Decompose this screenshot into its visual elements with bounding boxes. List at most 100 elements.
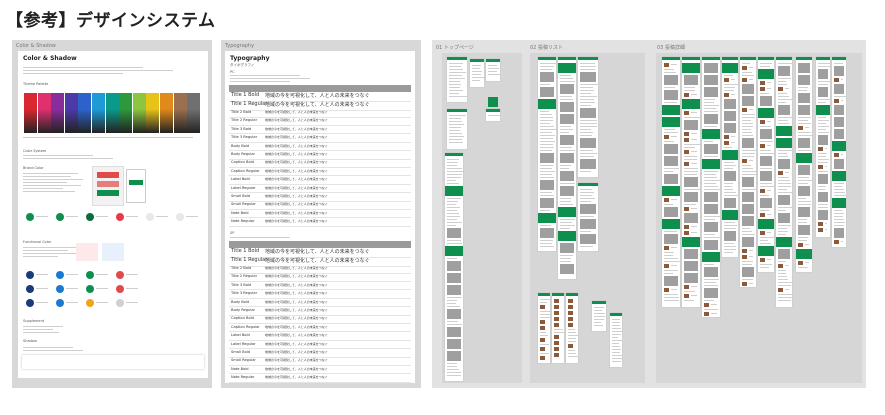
screen-text-line [760, 150, 772, 151]
screen-thumbnail [724, 141, 729, 145]
page-screen [558, 57, 576, 279]
screen-image-placeholder [684, 273, 698, 283]
screen-text-line [664, 87, 675, 88]
screen-text-line [447, 240, 462, 241]
page-screen [566, 293, 578, 363]
screen-text-line [798, 90, 807, 91]
typography-sample-text: 地域の今を可視化して、人と人の未来をつなぐ [265, 118, 328, 123]
screen-image-placeholder [580, 234, 596, 244]
screen-image-placeholder [834, 228, 844, 238]
screen-text-line [540, 165, 553, 166]
screen-thumbnail [778, 264, 783, 268]
color-shadow-board[interactable]: Color & Shadow Color & Shadow Theme Pale… [12, 40, 212, 388]
screen-text-line [818, 81, 830, 82]
typography-board[interactable]: Typography Typography タイポグラフィ PC Title 1… [221, 40, 421, 388]
screen-text-line [560, 204, 573, 205]
screen-text-line [841, 100, 843, 101]
typography-sample-text: 地域の今を可視化して、人と人の未来をつなぐ [265, 366, 328, 371]
screen-text-line [540, 225, 552, 226]
screen-text-line [778, 150, 792, 151]
screen-text-line [612, 328, 621, 329]
screen-text-line [560, 129, 573, 130]
screen-image-placeholder [742, 237, 754, 247]
screen-thumbnail [540, 305, 545, 309]
typography-row: Caption Regular 地域の今を可視化して、人と人の未来をつなぐ [229, 169, 411, 177]
screen-text-line [778, 207, 792, 208]
theme-palette [24, 93, 204, 135]
screen-text-line [767, 232, 771, 233]
screen-text-line [488, 71, 497, 72]
screen-text-line [540, 84, 550, 85]
screen-text-line [447, 180, 457, 181]
post-list-frame[interactable] [530, 53, 645, 383]
screen-thumbnail [742, 255, 747, 259]
screen-image-placeholder [447, 273, 461, 283]
typography-style-name: Label Regular [231, 185, 256, 190]
typography-row: Note Bold 地域の今を可視化して、人と人の未来をつなぐ [229, 211, 411, 219]
screen-text-line [540, 135, 556, 136]
screen-text-line [540, 168, 552, 169]
screen-text-line [449, 72, 467, 73]
screen-text-line [664, 168, 680, 169]
palette-swatch [64, 93, 78, 133]
screen-text-line [834, 183, 844, 184]
typography-row: Label Regular 地域の今を可視化して、人と人の未来をつなぐ [229, 342, 411, 350]
screen-text-line [704, 279, 719, 280]
screen-thumbnail [684, 93, 689, 97]
screen-text-line [449, 121, 463, 122]
screen-text-line [447, 198, 461, 199]
screen-image-placeholder [724, 123, 736, 133]
screen-text-line [805, 127, 809, 128]
screen-header-bar [758, 57, 774, 60]
screen-text-line [724, 195, 738, 196]
section-theme-palette: Theme Palette [23, 82, 49, 86]
screen-text-line [818, 153, 827, 154]
screen-green-block [796, 249, 812, 259]
screen-text-line [742, 72, 753, 73]
screen-text-line [447, 177, 461, 178]
screen-header-bar [538, 293, 550, 296]
screen-text-line [580, 93, 591, 94]
typography-style-name: Title 2 Regular [231, 274, 258, 279]
screen-text-line [447, 204, 457, 205]
screen-image-placeholder [742, 192, 754, 202]
screen-image-placeholder [560, 153, 574, 163]
screen-header-bar [796, 57, 812, 60]
screen-header-bar [610, 313, 622, 316]
screen-text-line [818, 132, 830, 133]
screen-text-line [447, 162, 458, 163]
screen-image-placeholder [704, 240, 718, 250]
screen-text-line [742, 168, 753, 169]
screen-image-placeholder [664, 234, 678, 244]
screen-text-line [742, 171, 756, 172]
pages-board[interactable]: 01 トップページ 02 投稿リスト 03 投稿詳細 [432, 40, 866, 388]
screen-image-placeholder [742, 216, 754, 226]
functional-color-dot [116, 271, 124, 279]
screen-text-line [805, 244, 809, 245]
screen-image-placeholder [580, 72, 596, 82]
screen-text-line [704, 264, 714, 265]
screen-text-line [568, 356, 578, 357]
screen-thumbnail [554, 347, 559, 351]
screen-text-line [568, 329, 576, 330]
screen-text-line [691, 232, 697, 233]
typography-row: Body Regular 地域の今を可視化して、人と人の未来をつなぐ [229, 308, 411, 316]
screen-text-line [742, 231, 752, 232]
screen-text-line [671, 64, 677, 65]
typography-row: Label Bold 地域の今を可視化して、人と人の未来をつなぐ [229, 177, 411, 185]
screen-text-line [841, 154, 843, 155]
page-screen [758, 57, 774, 272]
top-page-frame[interactable] [442, 53, 522, 383]
screen-image-placeholder [684, 249, 698, 259]
screen-green-block [776, 237, 792, 247]
palette-swatch [105, 93, 119, 133]
page-screen [447, 109, 467, 149]
screen-text-line [818, 120, 829, 121]
screen-text-line [594, 313, 605, 314]
screen-text-line [580, 231, 591, 232]
palette-swatch [78, 93, 92, 133]
post-detail-frame[interactable] [656, 53, 862, 383]
screen-text-line [724, 84, 738, 85]
section-functional-color: Functional Color [23, 240, 52, 244]
functional-color-dot [26, 285, 34, 293]
